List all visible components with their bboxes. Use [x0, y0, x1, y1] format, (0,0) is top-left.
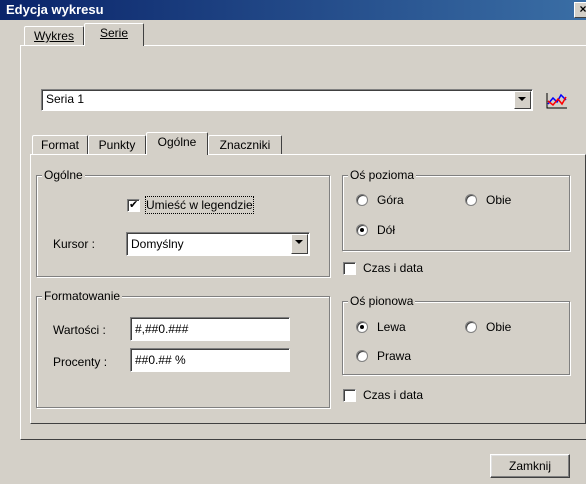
- values-format-input[interactable]: #,##0.###: [130, 317, 290, 341]
- line-chart-icon[interactable]: [545, 90, 569, 110]
- tab-serie-label: Serie: [99, 26, 128, 40]
- percent-format-input[interactable]: ##0.## %: [130, 348, 290, 372]
- values-format-label: Wartości :: [53, 323, 106, 337]
- horizontal-axis-both-radio[interactable]: [465, 194, 477, 206]
- horizontal-axis-group: Oś pozioma: [342, 168, 570, 251]
- chevron-down-icon[interactable]: [291, 234, 308, 254]
- tab-znaczniki-label: Znaczniki: [219, 138, 271, 152]
- chevron-down-icon[interactable]: [514, 91, 531, 109]
- cursor-label: Kursor :: [53, 237, 96, 251]
- window-title: Edycja wykresu: [6, 2, 104, 17]
- tab-punkty[interactable]: Punkty: [88, 135, 146, 155]
- vertical-axis-datetime-label[interactable]: Czas i data: [363, 387, 423, 403]
- vertical-axis-right-radio[interactable]: [356, 350, 368, 362]
- series-select[interactable]: Seria 1: [41, 89, 533, 111]
- close-button[interactable]: Zamknij: [490, 454, 570, 478]
- formatting-group-label: Formatowanie: [42, 289, 123, 303]
- title-bar: Edycja wykresu ×: [0, 0, 586, 20]
- vertical-axis-both-radio[interactable]: [465, 321, 477, 333]
- percent-format-label: Procenty :: [53, 355, 108, 369]
- close-icon[interactable]: ×: [574, 2, 586, 18]
- tab-znaczniki[interactable]: Znaczniki: [208, 135, 282, 155]
- tab-ogolne-label: Ogólne: [157, 135, 197, 149]
- tab-format[interactable]: Format: [32, 135, 88, 155]
- horizontal-axis-top-radio[interactable]: [356, 194, 368, 206]
- values-format-value: #,##0.###: [135, 322, 189, 336]
- cursor-select-value: Domyślny: [131, 237, 184, 251]
- horizontal-axis-both-label[interactable]: Obie: [486, 192, 511, 208]
- series-select-value: Seria 1: [46, 92, 85, 106]
- general-group-label: Ogólne: [42, 168, 85, 182]
- show-in-legend-checkbox[interactable]: [127, 198, 140, 212]
- close-button-label: Zamknij: [508, 459, 551, 473]
- show-in-legend-label[interactable]: Umieść w legendzie: [145, 196, 254, 214]
- vertical-axis-both-label[interactable]: Obie: [486, 319, 511, 335]
- tab-wykres-label: Wykres: [34, 29, 74, 43]
- vertical-axis-group-label: Oś pionowa: [348, 294, 416, 308]
- cursor-select[interactable]: Domyślny: [126, 232, 310, 256]
- tab-serie[interactable]: Serie: [84, 23, 144, 46]
- horizontal-axis-datetime-checkbox[interactable]: [343, 262, 356, 275]
- percent-format-value: ##0.## %: [135, 353, 186, 367]
- tab-format-label: Format: [40, 138, 79, 152]
- horizontal-axis-bottom-label[interactable]: Dół: [377, 222, 395, 238]
- horizontal-axis-top-label[interactable]: Góra: [377, 192, 404, 208]
- vertical-axis-left-radio[interactable]: [356, 321, 368, 333]
- tab-punkty-label: Punkty: [98, 138, 136, 152]
- horizontal-axis-datetime-label[interactable]: Czas i data: [363, 260, 423, 276]
- horizontal-axis-group-label: Oś pozioma: [348, 168, 417, 182]
- tab-wykres[interactable]: Wykres: [24, 26, 84, 46]
- vertical-axis-left-label[interactable]: Lewa: [377, 319, 406, 335]
- general-group: Ogólne: [36, 168, 330, 277]
- tab-ogolne[interactable]: Ogólne: [146, 132, 208, 155]
- vertical-axis-datetime-checkbox[interactable]: [343, 389, 356, 402]
- horizontal-axis-bottom-radio[interactable]: [356, 224, 368, 236]
- vertical-axis-right-label[interactable]: Prawa: [377, 348, 411, 364]
